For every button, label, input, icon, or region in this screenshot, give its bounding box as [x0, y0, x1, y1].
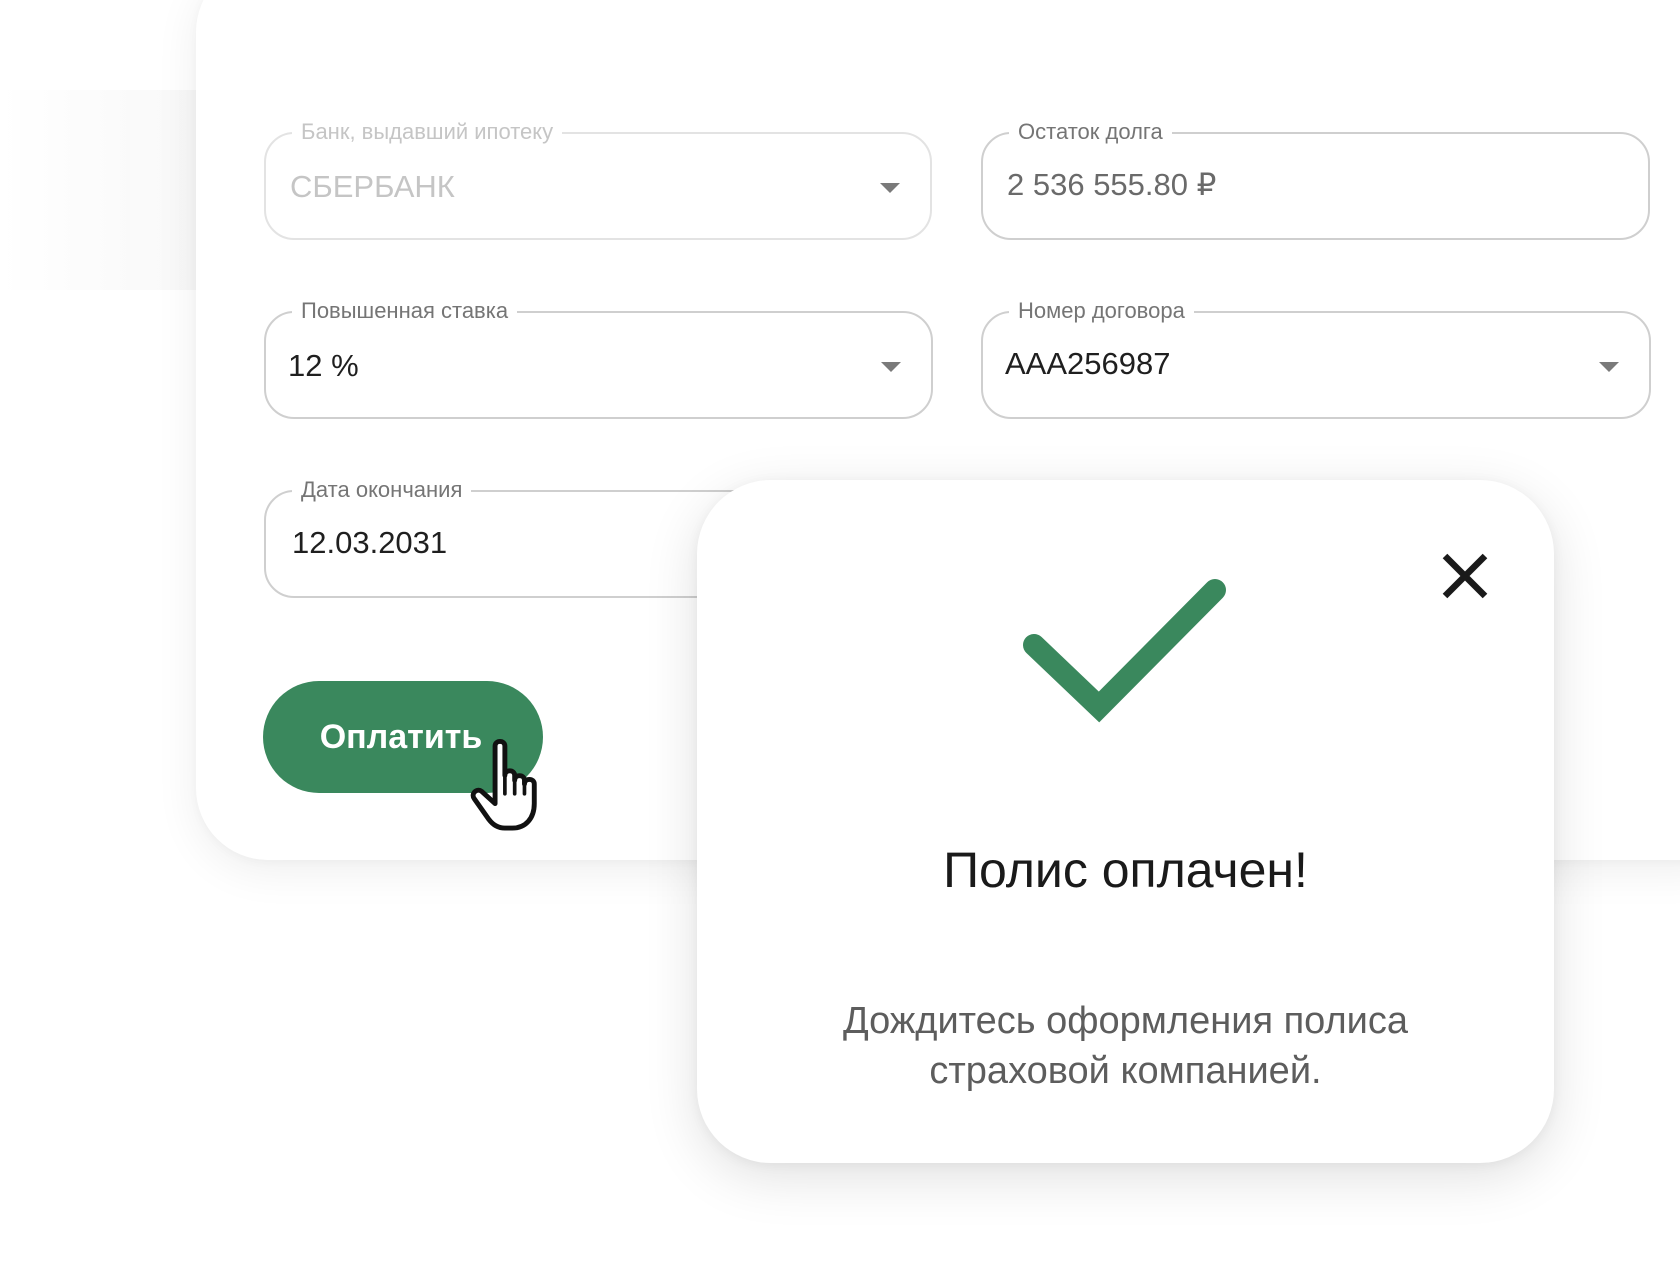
bank-select: Банк, выдавший ипотеку СБЕРБАНК [264, 119, 932, 240]
debt-balance-label: Остаток долга [1009, 119, 1172, 145]
contract-number-select[interactable]: Номер договора AAA256987 [981, 298, 1651, 419]
close-icon[interactable] [1433, 544, 1497, 608]
contract-number-value: AAA256987 [1005, 346, 1171, 381]
contract-number-label: Номер договора [1009, 298, 1194, 324]
bank-select-value: СБЕРБАНК [290, 169, 455, 204]
modal-title: Полис оплачен! [943, 842, 1308, 898]
rate-select[interactable]: Повышенная ставка 12 % [264, 298, 933, 419]
payment-success-modal: Полис оплачен! Дождитесь оформления поли… [697, 480, 1554, 1163]
rate-select-value: 12 % [288, 348, 359, 383]
chevron-down-icon[interactable] [881, 362, 901, 372]
modal-message-line-1: Дождитесь оформления полиса [842, 1000, 1408, 1042]
check-icon [1023, 579, 1226, 723]
chevron-down-icon [880, 183, 900, 193]
bank-select-label: Банк, выдавший ипотеку [292, 119, 563, 145]
chevron-down-icon[interactable] [1599, 362, 1619, 372]
modal-message-line-2: страховой компанией. [929, 1050, 1322, 1092]
debt-balance-field[interactable]: Остаток долга 2 536 555.80 ₽ [981, 119, 1650, 240]
hand-pointer-icon [470, 739, 537, 831]
rate-select-label: Повышенная ставка [292, 298, 518, 324]
end-date-label: Дата окончания [292, 477, 472, 503]
debt-balance-value: 2 536 555.80 ₽ [1007, 167, 1217, 202]
modal-message: Дождитесь оформления полиса страховой ко… [697, 996, 1554, 1096]
end-date-value: 12.03.2031 [292, 525, 448, 560]
